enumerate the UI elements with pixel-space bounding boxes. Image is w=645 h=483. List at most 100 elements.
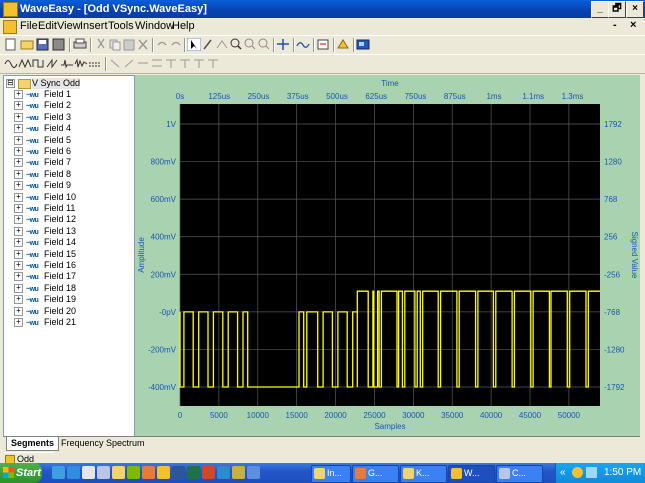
mdi-close-button[interactable]: × [630, 19, 636, 31]
tree-item[interactable]: + ~wu Field 18 [4, 283, 132, 294]
tree-item[interactable]: + ~wu Field 20 [4, 306, 132, 317]
expand-icon[interactable]: + [14, 124, 23, 134]
open-icon[interactable] [20, 38, 34, 51]
save-as-icon[interactable] [52, 38, 66, 51]
square-wave-icon[interactable] [32, 57, 46, 70]
menu-edit[interactable]: Edit [38, 20, 57, 32]
tree-item[interactable]: + ~wu Field 14 [4, 237, 132, 248]
quicklaunch-app-icon[interactable] [127, 466, 140, 479]
quicklaunch-ie-icon[interactable] [67, 466, 80, 479]
pulse-wave-icon[interactable] [60, 57, 74, 70]
sine-wave-icon[interactable] [4, 57, 18, 70]
delete-icon[interactable] [136, 38, 150, 51]
expand-icon[interactable]: + [14, 158, 23, 168]
tree-item[interactable]: + ~wu Field 19 [4, 294, 132, 305]
new-icon[interactable] [4, 38, 18, 51]
minimize-button[interactable]: _ [591, 1, 609, 18]
quicklaunch-notepad-icon[interactable] [82, 466, 95, 479]
taskbar-item[interactable]: K... [400, 465, 447, 483]
quicklaunch-app-icon[interactable] [247, 466, 260, 479]
tree-item[interactable]: + ~wu Field 8 [4, 169, 132, 180]
expand-icon[interactable]: + [14, 90, 23, 99]
expand-icon[interactable]: + [14, 169, 23, 179]
waveform-chart[interactable]: Time 0s 125us 250us 375us 500us 625us 750us 875u… [135, 75, 640, 436]
tray-network-icon[interactable] [586, 467, 597, 478]
dc-wave-icon[interactable] [88, 57, 102, 70]
quicklaunch-folder-icon[interactable] [112, 466, 125, 479]
tree-item[interactable]: + ~wu Field 12 [4, 214, 132, 225]
quicklaunch-excel-icon[interactable] [187, 466, 200, 479]
quicklaunch-explorer-icon[interactable] [52, 466, 65, 479]
tree-item[interactable]: + ~wu Field 7 [4, 157, 132, 168]
line-tool-icon[interactable] [215, 38, 229, 51]
collapse-icon[interactable]: ⊟ [6, 79, 15, 88]
expand-icon[interactable]: + [14, 135, 23, 145]
tree-item[interactable]: + ~wu Field 5 [4, 135, 132, 146]
tree-item[interactable]: + ~wu Field 3 [4, 112, 132, 123]
tree-item[interactable]: + ~wu Field 4 [4, 123, 132, 134]
wave-settings-icon[interactable] [296, 38, 310, 51]
expand-icon[interactable]: + [14, 204, 23, 213]
expand-icon[interactable]: + [14, 295, 23, 305]
expand-icon[interactable]: + [14, 181, 23, 191]
tray-app-icon[interactable] [572, 467, 583, 478]
menu-file[interactable]: File [20, 20, 38, 32]
tree-item[interactable]: + ~wu Field 17 [4, 271, 132, 282]
triangle-wave-icon[interactable] [18, 57, 32, 70]
expand-icon[interactable]: + [14, 215, 23, 225]
zoom-icon[interactable] [229, 38, 243, 51]
maximize-button[interactable]: 🗗 [608, 1, 626, 18]
tree-item[interactable]: + ~wu Field 21 [4, 317, 132, 328]
expand-icon[interactable]: + [14, 101, 23, 111]
quicklaunch-calculator-icon[interactable] [97, 466, 110, 479]
expand-icon[interactable]: + [14, 306, 23, 316]
menu-help[interactable]: Help [172, 20, 195, 32]
quicklaunch-word-icon[interactable] [172, 466, 185, 479]
math-icon[interactable] [178, 57, 192, 70]
pencil-icon[interactable] [201, 38, 215, 51]
taskbar-item-active[interactable]: W... [448, 465, 495, 483]
tree-item[interactable]: + ~wu Field 6 [4, 146, 132, 157]
undo-icon[interactable] [155, 38, 169, 51]
tree-item[interactable]: + ~wu Field 2 [4, 100, 132, 111]
tree-item[interactable]: + ~wu Field 1 [4, 89, 132, 100]
tree-item[interactable]: + ~wu Field 10 [4, 192, 132, 203]
expand-icon[interactable]: + [14, 112, 23, 122]
expand-icon[interactable]: + [14, 238, 23, 248]
close-button[interactable]: × [626, 1, 644, 18]
taskbar-item[interactable]: In... [311, 465, 351, 483]
quicklaunch-app-icon[interactable] [142, 466, 155, 479]
tree-item[interactable]: + ~wu Field 15 [4, 249, 132, 260]
cut-icon[interactable] [94, 38, 108, 51]
title-bar[interactable]: WaveEasy - [Odd VSync.WaveEasy] _ 🗗 × [0, 0, 645, 18]
quicklaunch-app-icon[interactable] [217, 466, 230, 479]
math-icon[interactable] [164, 57, 178, 70]
math-icon[interactable] [108, 57, 122, 70]
tree-item[interactable]: + ~wu Field 13 [4, 226, 132, 237]
tray-expand-button[interactable]: « [560, 467, 566, 478]
tree-item[interactable]: + ~wu Field 11 [4, 203, 132, 214]
tree-item[interactable]: + ~wu Field 9 [4, 180, 132, 191]
menu-window[interactable]: Window [135, 20, 174, 32]
math-icon[interactable] [192, 57, 206, 70]
pointer-icon[interactable] [187, 38, 201, 51]
noise-wave-icon[interactable] [74, 57, 88, 70]
expand-icon[interactable]: + [14, 226, 23, 236]
tree-item[interactable]: + ~wu Field 16 [4, 260, 132, 271]
zoom-in-icon[interactable] [243, 38, 257, 51]
mdi-minimize-button[interactable]: - [613, 19, 617, 31]
quicklaunch-powerpoint-icon[interactable] [202, 466, 215, 479]
math-icon[interactable] [122, 57, 136, 70]
expand-icon[interactable]: + [14, 261, 23, 270]
copy-icon[interactable] [108, 38, 122, 51]
math-icon[interactable] [136, 57, 150, 70]
generate-icon[interactable] [336, 38, 350, 51]
tree-root[interactable]: ⊟ V Sync Odd [4, 78, 132, 89]
menu-tools[interactable]: Tools [108, 20, 134, 32]
quicklaunch-app-icon[interactable] [232, 466, 245, 479]
expand-icon[interactable]: + [14, 272, 23, 282]
redo-icon[interactable] [169, 38, 183, 51]
app-icon[interactable] [3, 2, 18, 17]
instrument-icon[interactable] [356, 38, 370, 51]
expand-icon[interactable]: + [14, 192, 23, 202]
